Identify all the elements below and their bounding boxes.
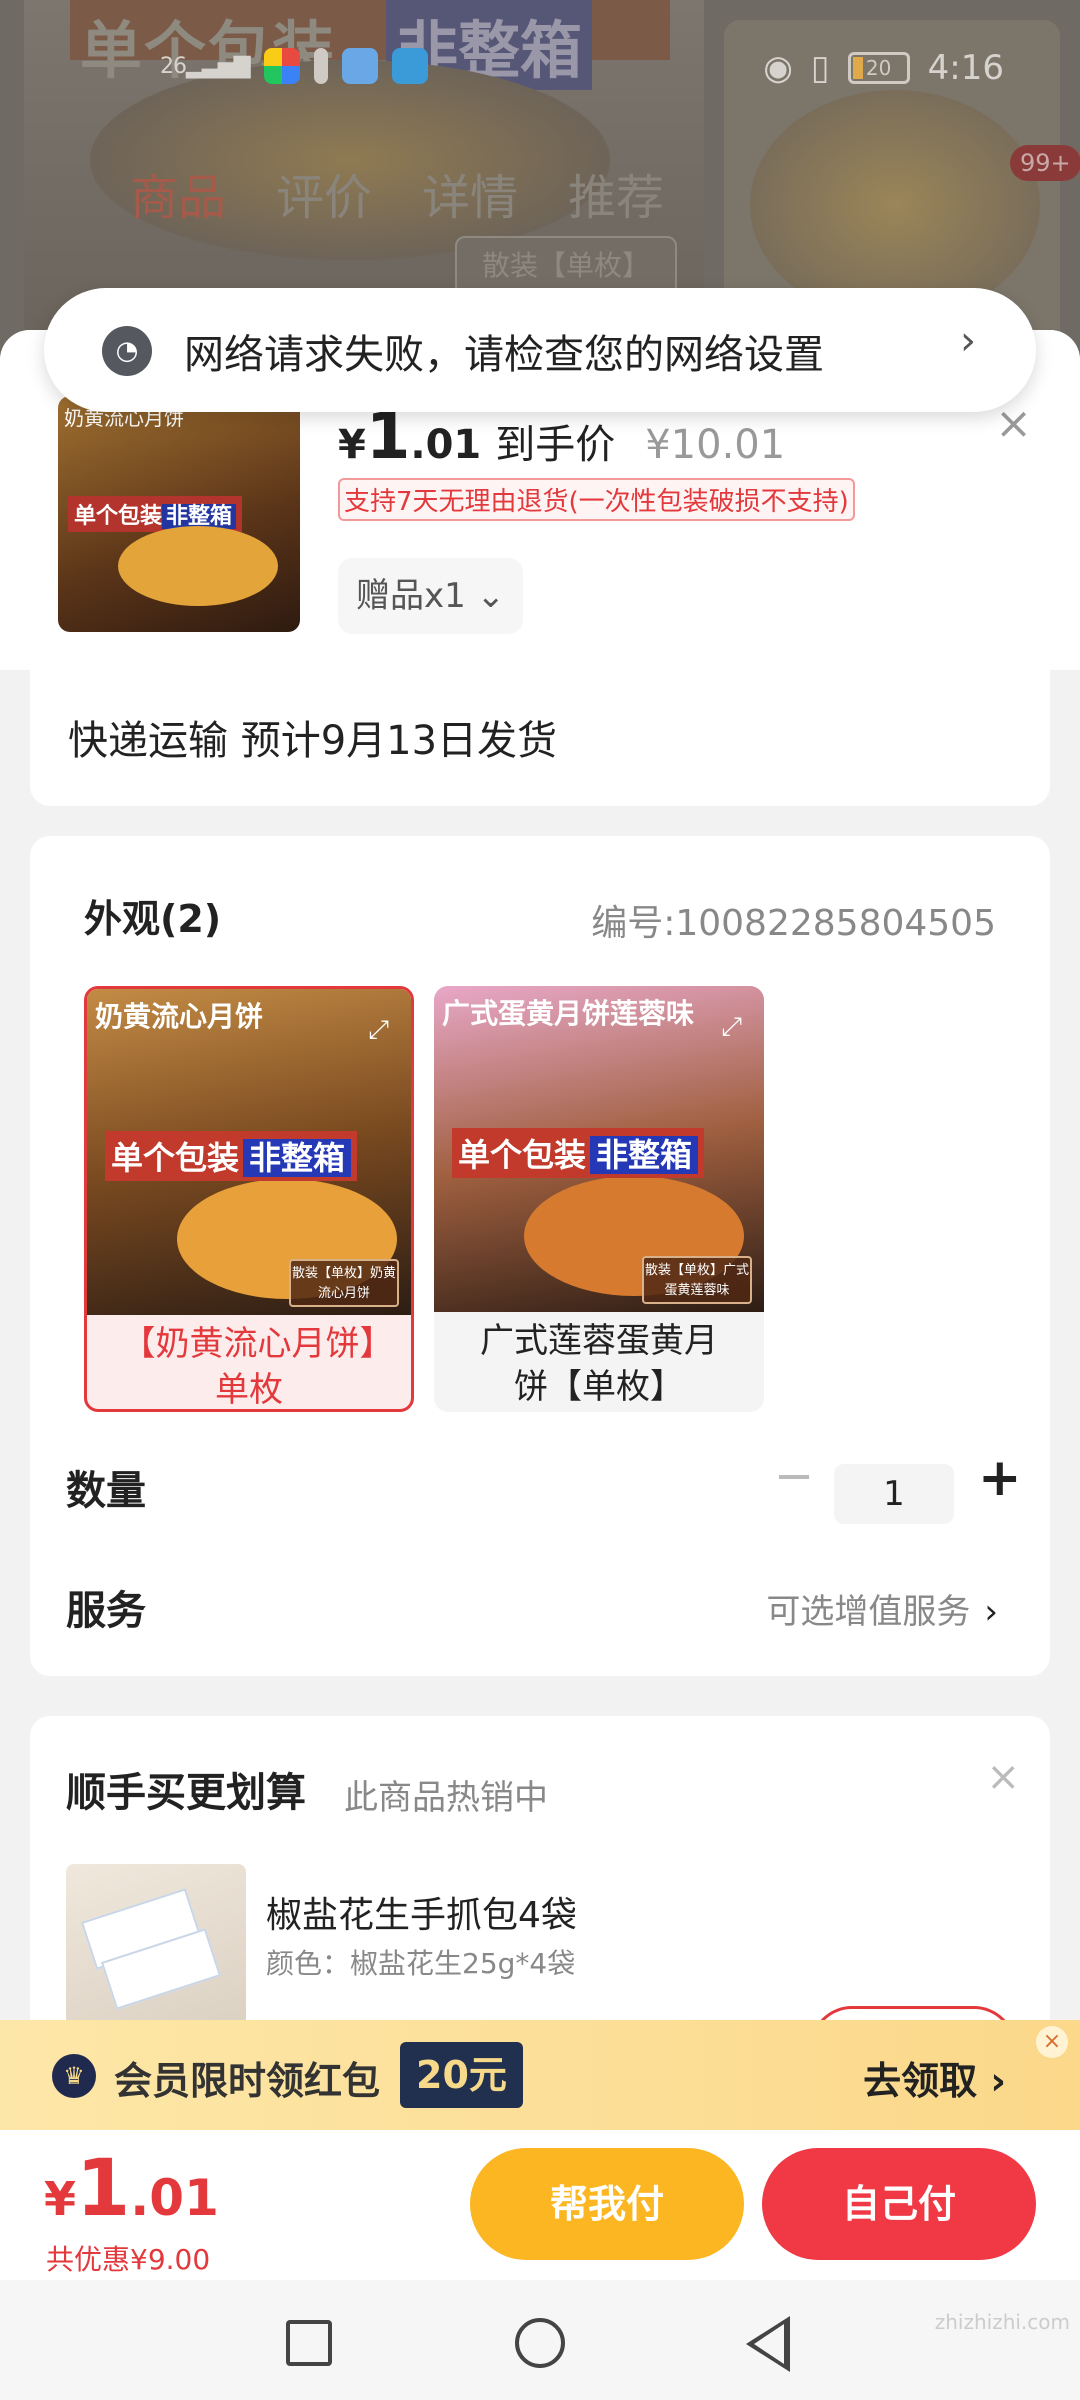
crown-icon: ♛ [52, 2054, 96, 2098]
recommend-item-spec: 颜色：椒盐花生25g*4袋 [266, 1947, 576, 1980]
price-tag: 到手价 [495, 422, 616, 468]
variant-banner-right: 非整箱 [243, 1139, 352, 1177]
signal-icon: 26▂▃▅▇ [160, 53, 251, 79]
refund-notice: 支持7天无理由退货(一次性包装破损不支持) [338, 478, 855, 521]
total-decimal: .01 [130, 2169, 219, 2227]
price-symbol: ¥ [338, 422, 366, 468]
claim-button[interactable]: 去领取 › [863, 2050, 1006, 2105]
variant-pack-label: 散装【单枚】广式蛋黄莲蓉味 [642, 1256, 752, 1304]
recommend-close-button[interactable]: × [986, 1754, 1020, 1800]
variant-image: 广式蛋黄月饼莲蓉味 ⤢ 单个包装 非整箱 散装【单枚】广式蛋黄莲蓉味 [434, 986, 764, 1312]
chevron-right-icon: › [960, 318, 976, 364]
self-pay-button[interactable]: 自己付 [762, 2148, 1036, 2260]
product-thumbnail[interactable]: 奶黄流心月饼 单个包装 非整箱 [58, 396, 300, 632]
wifi-off-icon: ◔ [102, 326, 152, 376]
member-text: 会员限时领红包 [114, 2059, 381, 2103]
clock: 4:16 [927, 48, 1004, 88]
service-label: 服务 [66, 1588, 146, 1634]
recommend-title: 顺手买更划算 [66, 1770, 306, 1816]
appearance-title: 外观(2) [84, 897, 222, 941]
checkout-bar: ¥ 1 .01 共优惠¥9.00 帮我付 自己付 [0, 2130, 1080, 2280]
options-card: 外观(2) 编号:10082285804505 奶黄流心月饼 ⤢ 单个包装 非整箱… [30, 836, 1050, 1676]
shipping-card: 快递运输 预计9月13日发货 [30, 670, 1050, 806]
variant-image: 奶黄流心月饼 ⤢ 单个包装 非整箱 散装【单枚】奶黄流心月饼 [87, 989, 411, 1315]
member-amount: 20元 [400, 2042, 523, 2108]
variant-banner: 单个包装 非整箱 [105, 1131, 358, 1181]
member-red-packet-bar[interactable]: ♛ 会员限时领红包 20元 去领取 › × [0, 2020, 1080, 2130]
price-decimal: .01 [410, 422, 482, 468]
variant-label: 【奶黄流心月饼】单枚 [121, 1324, 377, 1410]
quantity-input[interactable]: 1 [834, 1464, 954, 1524]
background-cart-badge: 99+ [1010, 145, 1080, 181]
expand-icon[interactable]: ⤢ [368, 1015, 389, 1046]
total-integer: 1 [76, 2144, 131, 2234]
variant-image-title: 奶黄流心月饼 [95, 1000, 264, 1033]
quantity-decrease-button[interactable]: − [774, 1448, 814, 1504]
toast-message: 网络请求失败，请检查您的网络设置 [184, 332, 824, 378]
background-tab-reviews: 评价 [276, 170, 373, 226]
expand-icon[interactable]: ⤢ [721, 1012, 742, 1043]
variant-image-title: 广式蛋黄月饼莲蓉味 [442, 997, 695, 1030]
variant-banner-right: 非整箱 [590, 1136, 699, 1174]
variant-label: 广式莲蓉蛋黄月饼【单枚】 [480, 1321, 718, 1407]
product-code: 编号:10082285804505 [591, 903, 996, 944]
status-bar: 26▂▃▅▇ ◉ ▯ 20 4:16 [0, 40, 1080, 100]
network-error-toast[interactable]: ◔ 网络请求失败，请检查您的网络设置 › [44, 288, 1036, 412]
battery-small-icon [313, 48, 328, 84]
app-icon-multicolor [263, 48, 300, 84]
background-variant-button: 散装【单枚】 [455, 236, 677, 296]
thumbnail-banner-left: 单个包装 [74, 504, 163, 529]
service-selector[interactable]: 可选增值服务 › [766, 1584, 998, 1633]
signal-label: 26 [160, 53, 187, 79]
watermark: zhizhizhi.com [934, 2310, 1070, 2334]
help-pay-button[interactable]: 帮我付 [470, 2148, 744, 2260]
back-button[interactable] [746, 2316, 790, 2372]
recents-button[interactable] [286, 2320, 332, 2366]
thumbnail-cake [118, 526, 278, 606]
recommend-subtitle: 此商品热销中 [344, 1778, 548, 1818]
member-close-button[interactable]: × [1036, 2026, 1068, 2058]
variant-banner-left: 单个包装 [458, 1136, 587, 1174]
background-tabs: 商品 评价 详情 推荐 [130, 158, 664, 228]
variant-option-lotus[interactable]: 广式蛋黄月饼莲蓉味 ⤢ 单个包装 非整箱 散装【单枚】广式蛋黄莲蓉味 广式莲蓉蛋黄… [434, 986, 764, 1412]
search-app-icon [391, 48, 428, 84]
quantity-label: 数量 [66, 1468, 146, 1514]
recommend-card: 顺手买更划算 此商品热销中 × 椒盐花生手抓包4袋 颜色：椒盐花生25g*4袋 … [30, 1716, 1050, 2056]
system-nav-bar: zhizhizhi.com [0, 2280, 1080, 2400]
quantity-increase-button[interactable]: + [978, 1448, 1022, 1508]
total-price: ¥ 1 .01 [44, 2144, 219, 2234]
original-price: ¥10.01 [645, 422, 786, 468]
background-side-cake [750, 90, 1040, 320]
recommend-item-name[interactable]: 椒盐花生手抓包4袋 [266, 1886, 577, 1938]
battery-icon: 20 [847, 52, 910, 84]
gift-button[interactable]: 赠品x1 ⌄ [338, 558, 524, 634]
variant-pack-label: 散装【单枚】奶黄流心月饼 [289, 1259, 399, 1307]
saved-amount: 共优惠¥9.00 [46, 2243, 211, 2276]
background-tab-details: 详情 [422, 170, 519, 226]
service-value: 可选增值服务 [766, 1592, 971, 1632]
variant-banner-left: 单个包装 [111, 1139, 240, 1177]
eye-icon: ◉ [763, 48, 793, 88]
background-tab-goods: 商品 [130, 170, 227, 226]
variant-banner: 单个包装 非整箱 [452, 1128, 705, 1178]
recommend-item-image[interactable] [66, 1864, 246, 2034]
chevron-right-icon: › [984, 1592, 998, 1632]
total-symbol: ¥ [44, 2172, 77, 2226]
background-tab-recommend: 推荐 [568, 170, 665, 226]
home-button[interactable] [515, 2318, 565, 2368]
vibrate-icon: ▯ [810, 48, 830, 88]
shipping-text: 快递运输 预计9月13日发货 [68, 718, 558, 764]
chat-app-icon [341, 48, 378, 84]
variant-option-custard[interactable]: 奶黄流心月饼 ⤢ 单个包装 非整箱 散装【单枚】奶黄流心月饼 【奶黄流心月饼】单枚 [84, 986, 414, 1412]
